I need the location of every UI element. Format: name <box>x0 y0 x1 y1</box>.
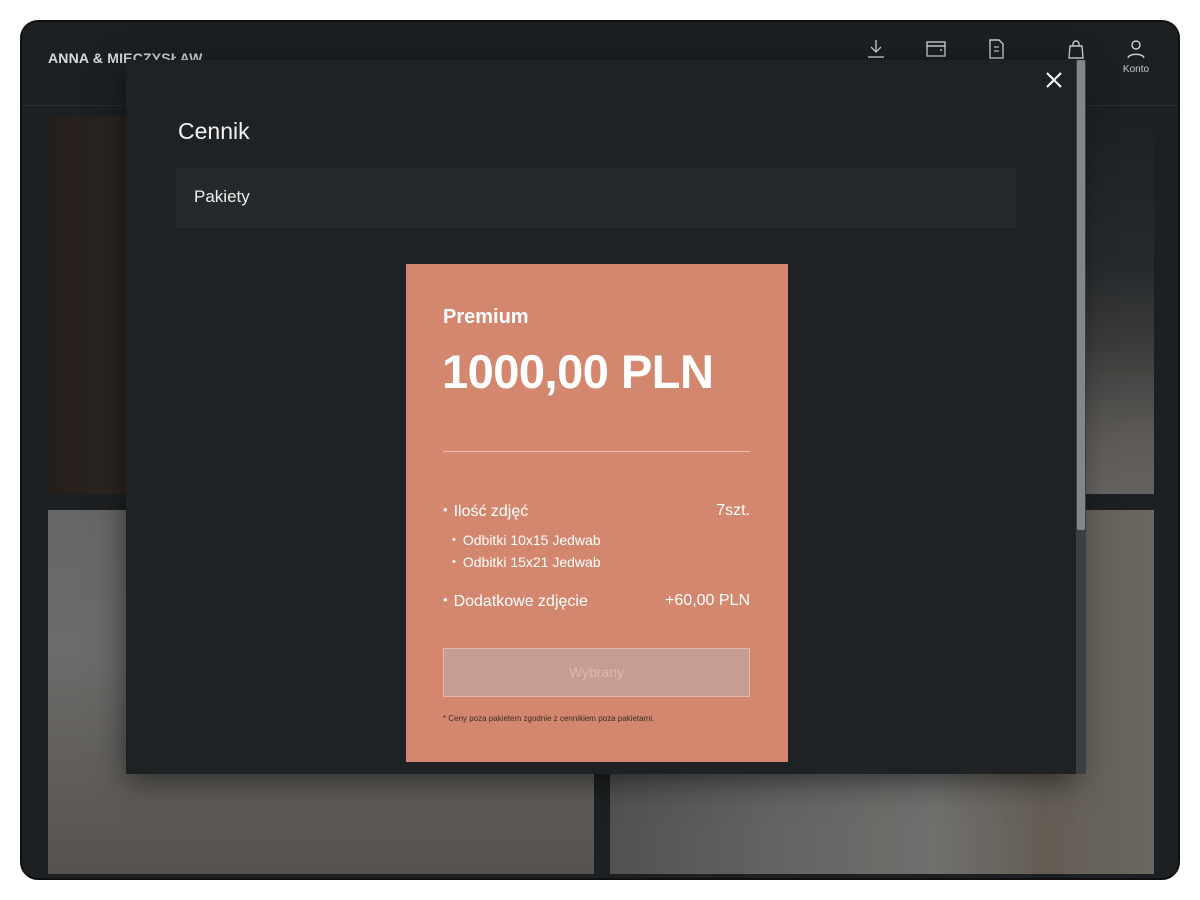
select-plan-button[interactable]: Wybrany <box>443 648 750 697</box>
document-icon <box>989 39 1004 59</box>
pricing-card: Premium 1000,00 PLN Ilość zdjęć 7szt. Od… <box>406 264 788 762</box>
wallet-icon <box>926 41 946 57</box>
close-icon <box>1046 72 1062 88</box>
sub-item: Odbitki 10x15 Jedwab <box>452 532 601 548</box>
feature-row: Dodatkowe zdjęcie +60,00 PLN <box>443 592 750 611</box>
pricing-modal: Cennik Pakiety Premium 1000,00 PLN Ilość… <box>126 60 1086 774</box>
feature-label: Ilość zdjęć <box>443 503 528 520</box>
tab-pakiety[interactable]: Pakiety <box>194 187 250 207</box>
feature-label: Dodatkowe zdjęcie <box>443 593 588 610</box>
pricing-note: * Ceny poza pakietem zgodnie z cennikiem… <box>443 714 655 723</box>
feature-row: Ilość zdjęć 7szt. <box>443 502 750 521</box>
account-button[interactable]: Konto <box>1116 38 1156 75</box>
tabs-bar: Pakiety <box>176 168 1016 228</box>
bag-icon <box>1068 40 1084 59</box>
feature-value: 7szt. <box>716 502 750 519</box>
app-window: ANNA & MIECZYSŁAW szyk Konto <box>20 20 1180 880</box>
close-button[interactable] <box>1042 68 1066 92</box>
plan-price: 1000,00 PLN <box>442 345 714 398</box>
account-label: Konto <box>1122 64 1150 75</box>
scrollbar-thumb[interactable] <box>1077 60 1085 530</box>
modal-scrollbar[interactable] <box>1076 60 1086 774</box>
user-icon <box>1127 40 1145 59</box>
plan-name: Premium <box>443 306 529 328</box>
divider <box>443 451 750 452</box>
download-icon <box>868 40 884 58</box>
sub-item: Odbitki 15x21 Jedwab <box>452 554 601 570</box>
modal-title: Cennik <box>178 118 250 144</box>
feature-value: +60,00 PLN <box>665 592 750 609</box>
